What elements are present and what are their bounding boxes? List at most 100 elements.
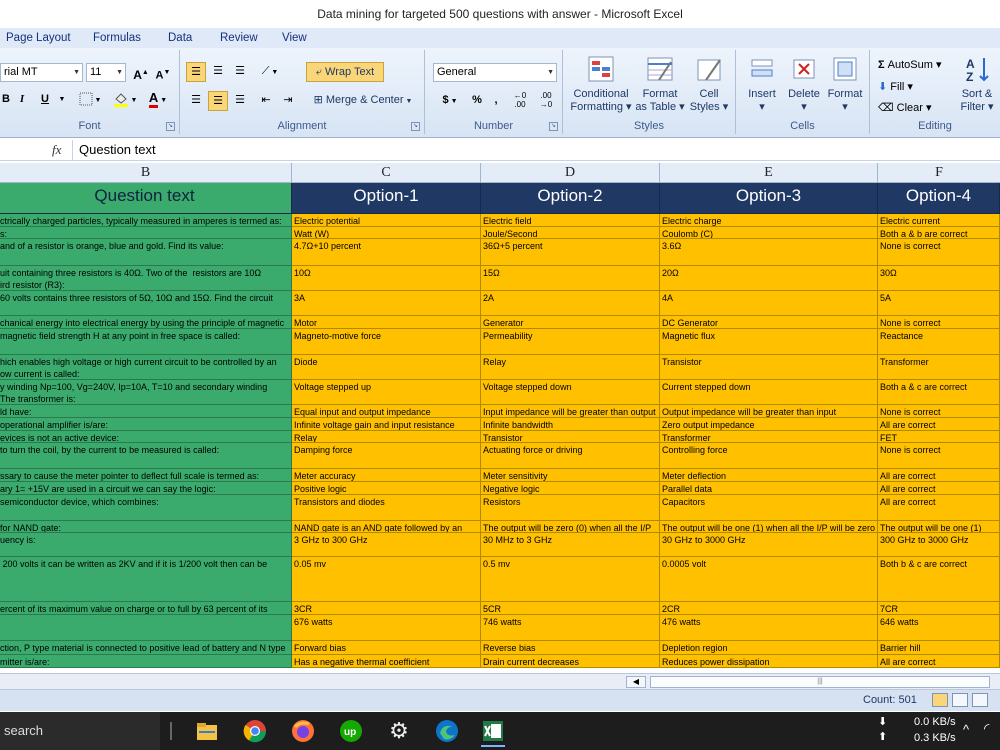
option-cell[interactable]: 3.6Ω (660, 239, 878, 266)
option-cell[interactable]: Barrier hill (878, 641, 1000, 655)
question-cell[interactable] (0, 615, 292, 641)
option-cell[interactable]: 2CR (660, 602, 878, 615)
option-cell[interactable]: Meter deflection (660, 469, 878, 482)
option-cell[interactable]: None is correct (878, 316, 1000, 329)
align-left-button[interactable]: ☰ (186, 91, 206, 111)
chevron-up-icon[interactable]: ^ (963, 722, 969, 737)
option-cell[interactable]: Negative logic (481, 482, 660, 495)
shrink-font-button[interactable]: A▼ (153, 63, 173, 83)
option-cell[interactable]: Permeability (481, 329, 660, 355)
file-explorer-icon[interactable] (195, 719, 219, 743)
option-cell[interactable]: Generator (481, 316, 660, 329)
option-cell[interactable]: 36Ω+5 percent (481, 239, 660, 266)
question-cell[interactable]: mitter is/are: (0, 655, 292, 668)
option-cell[interactable]: 7CR (878, 602, 1000, 615)
page-layout-view-button[interactable] (952, 693, 968, 707)
align-center-button[interactable]: ☰ (208, 91, 228, 111)
option-cell[interactable]: Reverse bias (481, 641, 660, 655)
increase-indent-button[interactable]: ⇥ (278, 91, 298, 111)
option-cell[interactable]: Reactance (878, 329, 1000, 355)
option-cell[interactable]: All are correct (878, 655, 1000, 668)
option-cell[interactable]: Relay (481, 355, 660, 380)
normal-view-button[interactable] (932, 693, 948, 707)
option-cell[interactable]: Depletion region (660, 641, 878, 655)
sort-filter-button[interactable]: AZ Sort & Filter ▾ (954, 54, 1000, 114)
option-cell[interactable]: 3CR (292, 602, 481, 615)
search-box[interactable]: search (0, 712, 160, 750)
question-cell[interactable]: s: (0, 227, 292, 239)
scroll-thumb[interactable]: ||| (650, 676, 990, 688)
column-header-d[interactable]: D (481, 163, 660, 183)
option-cell[interactable]: 300 GHz to 3000 GHz (878, 533, 1000, 557)
option-cell[interactable]: All are correct (878, 495, 1000, 521)
font-color-button[interactable]: A ▼ (143, 90, 173, 110)
option-cell[interactable]: Equal input and output impedance (292, 405, 481, 418)
align-bottom-button[interactable]: ☰ (230, 62, 250, 82)
option-cell[interactable]: Voltage stepped down (481, 380, 660, 405)
decrease-indent-button[interactable]: ⇤ (256, 91, 276, 111)
question-cell[interactable]: for NAND gate: (0, 521, 292, 533)
fill-color-button[interactable]: ▼ (110, 90, 140, 110)
option-cell[interactable]: Electric field (481, 214, 660, 227)
option-cell[interactable]: 20Ω (660, 266, 878, 291)
percent-button[interactable]: % (469, 91, 485, 111)
question-cell[interactable]: uency is: (0, 533, 292, 557)
option-cell[interactable]: Both a & b are correct (878, 227, 1000, 239)
question-cell[interactable]: hich enables high voltage or high curren… (0, 355, 292, 380)
tab-page-layout[interactable]: Page Layout (6, 28, 71, 48)
option-cell[interactable]: Input impedance will be greater than out… (481, 405, 660, 418)
option-cell[interactable]: The output will be zero (0) when all the… (481, 521, 660, 533)
option-cell[interactable]: Positive logic (292, 482, 481, 495)
page-break-view-button[interactable] (972, 693, 988, 707)
tab-view[interactable]: View (282, 28, 307, 48)
option-cell[interactable]: The output will be one (1) when all the … (660, 521, 878, 533)
option-cell[interactable]: None is correct (878, 443, 1000, 469)
font-size-box[interactable]: 11 ▼ (86, 63, 126, 82)
format-as-table-button[interactable]: Format as Table ▾ (635, 54, 685, 114)
option-cell[interactable]: Both a & c are correct (878, 380, 1000, 405)
excel-taskbar-icon[interactable] (481, 719, 505, 747)
header-option-1[interactable]: Option-1 (292, 183, 481, 214)
tab-review[interactable]: Review (220, 28, 258, 48)
font-dialog-launcher[interactable]: ↘ (166, 122, 175, 131)
option-cell[interactable]: 476 watts (660, 615, 878, 641)
question-cell[interactable]: and of a resistor is orange, blue and go… (0, 239, 292, 266)
option-cell[interactable]: Relay (292, 431, 481, 443)
option-cell[interactable]: Has a negative thermal coefficient (292, 655, 481, 668)
question-cell[interactable]: operational amplifier is/are: (0, 418, 292, 431)
header-option-4[interactable]: Option-4 (878, 183, 1000, 214)
option-cell[interactable]: Parallel data (660, 482, 878, 495)
italic-button[interactable]: I (16, 90, 28, 110)
option-cell[interactable]: Motor (292, 316, 481, 329)
question-cell[interactable]: ction, P type material is connected to p… (0, 641, 292, 655)
option-cell[interactable]: Magnetic flux (660, 329, 878, 355)
option-cell[interactable]: 4A (660, 291, 878, 316)
grow-font-button[interactable]: A▲ (131, 63, 151, 83)
question-cell[interactable]: ercent of its maximum value on charge or… (0, 602, 292, 615)
insert-cells-button[interactable]: Insert ▾ (742, 54, 782, 114)
column-header-b[interactable]: B (0, 163, 292, 183)
option-cell[interactable]: Coulomb (C) (660, 227, 878, 239)
header-option-3[interactable]: Option-3 (660, 183, 878, 214)
option-cell[interactable]: Transistor (481, 431, 660, 443)
chevron-down-icon[interactable]: ▼ (58, 90, 66, 110)
header-question-text[interactable]: Question text (0, 183, 292, 214)
option-cell[interactable]: DC Generator (660, 316, 878, 329)
fx-icon[interactable]: fx (52, 142, 61, 158)
option-cell[interactable]: 676 watts (292, 615, 481, 641)
option-cell[interactable]: 0.0005 volt (660, 557, 878, 602)
question-cell[interactable]: semiconductor device, which combines: (0, 495, 292, 521)
format-cells-button[interactable]: Format ▾ (824, 54, 866, 114)
number-dialog-launcher[interactable]: ↘ (549, 122, 558, 131)
column-header-c[interactable]: C (292, 163, 481, 183)
question-cell[interactable]: 200 volts it can be written as 2KV and i… (0, 557, 292, 602)
option-cell[interactable]: Controlling force (660, 443, 878, 469)
scroll-left-button[interactable]: ◀ (626, 676, 646, 688)
option-cell[interactable]: Damping force (292, 443, 481, 469)
option-cell[interactable]: All are correct (878, 469, 1000, 482)
option-cell[interactable]: 4.7Ω+10 percent (292, 239, 481, 266)
question-cell[interactable]: ary 1= +15V are used in a circuit we can… (0, 482, 292, 495)
option-cell[interactable]: NAND gate is an AND gate followed by an … (292, 521, 481, 533)
question-cell[interactable]: y winding Np=100, Vg=240V, Ip=10A, T=10 … (0, 380, 292, 405)
option-cell[interactable]: Joule/Second (481, 227, 660, 239)
